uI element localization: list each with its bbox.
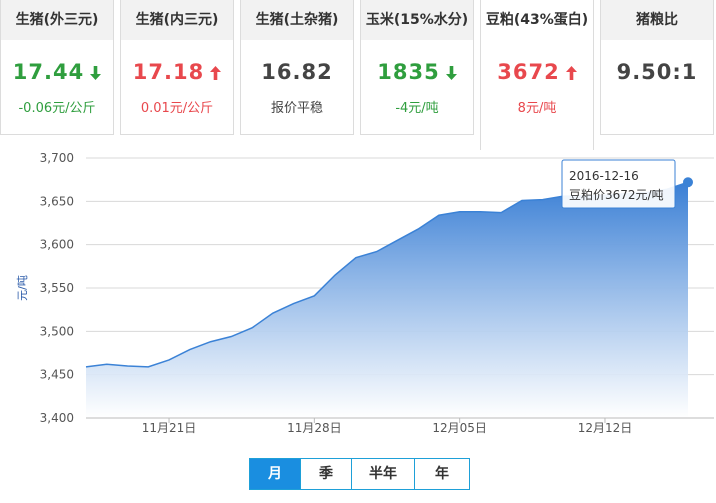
data-point bbox=[271, 311, 275, 315]
card-change: 0.01元/公斤 bbox=[140, 101, 214, 116]
card-title: 生猪(外三元) bbox=[1, 0, 113, 40]
card-title: 生猪(土杂猪) bbox=[241, 0, 353, 40]
card-value: 3672 bbox=[481, 60, 593, 84]
price-card[interactable]: 生猪(内三元) 17.18 0.01元/公斤 bbox=[120, 0, 234, 135]
tooltip-date: 2016-12-16 bbox=[569, 169, 639, 183]
y-axis-label: 元/吨 bbox=[16, 275, 29, 301]
card-value: 9.50:1 bbox=[601, 60, 713, 84]
data-point bbox=[395, 238, 399, 242]
price-card[interactable]: 豆粕(43%蛋白) 3672 8元/吨 bbox=[480, 0, 594, 150]
x-tick-label: 11月28日 bbox=[287, 421, 342, 435]
arrow-up-icon bbox=[565, 66, 577, 80]
card-value-text: 1835 bbox=[377, 60, 440, 84]
data-point bbox=[126, 364, 130, 368]
x-tick-label: 11月21日 bbox=[142, 421, 197, 435]
card-title: 猪粮比 bbox=[601, 0, 713, 40]
data-point bbox=[683, 177, 693, 188]
y-tick-label: 3,700 bbox=[40, 151, 74, 165]
data-point bbox=[146, 365, 150, 369]
y-tick-label: 3,450 bbox=[40, 368, 74, 382]
card-title: 豆粕(43%蛋白) bbox=[481, 0, 593, 40]
card-title: 生猪(内三元) bbox=[121, 0, 233, 40]
card-change: -4元/吨 bbox=[395, 101, 439, 116]
card-change: 8元/吨 bbox=[517, 101, 557, 116]
arrow-down-icon bbox=[90, 66, 102, 80]
data-point bbox=[105, 362, 109, 366]
card-change: 报价平稳 bbox=[270, 101, 323, 116]
x-tick-label: 12月12日 bbox=[578, 421, 633, 435]
card-value-text: 16.82 bbox=[261, 60, 333, 84]
card-value-text: 17.18 bbox=[132, 60, 205, 84]
card-value-text: 3672 bbox=[497, 60, 560, 84]
price-chart: 3,400 3,450 3,500 3,550 3,600 3,650 3,700 元/吨 11… bbox=[0, 148, 716, 448]
data-point bbox=[292, 302, 296, 306]
data-point bbox=[354, 256, 358, 260]
card-change: -0.06元/公斤 bbox=[18, 101, 96, 116]
range-button[interactable]: 月 bbox=[250, 459, 300, 489]
data-point bbox=[312, 294, 316, 298]
card-value: 17.44 bbox=[1, 60, 113, 84]
arrow-down-icon bbox=[445, 66, 457, 80]
card-value-text: 17.44 bbox=[12, 60, 85, 84]
range-button[interactable]: 年 bbox=[414, 459, 469, 489]
data-point bbox=[520, 198, 524, 202]
range-button[interactable]: 季 bbox=[300, 459, 351, 489]
data-point bbox=[416, 227, 420, 231]
card-title: 玉米(15%水分) bbox=[361, 0, 473, 40]
price-card[interactable]: 生猪(外三元) 17.44 -0.06元/公斤 bbox=[0, 0, 114, 135]
data-point bbox=[499, 211, 503, 215]
data-point bbox=[333, 273, 337, 277]
y-tick-label: 3,550 bbox=[40, 281, 74, 295]
card-value: 1835 bbox=[361, 60, 473, 84]
data-point bbox=[375, 250, 379, 254]
tooltip: 2016-12-16 豆粕价3672元/吨 bbox=[561, 159, 676, 209]
card-value: 17.18 bbox=[121, 60, 233, 84]
price-card[interactable]: 生猪(土杂猪) 16.82 报价平稳 bbox=[240, 0, 354, 135]
y-tick-label: 3,650 bbox=[40, 194, 74, 208]
x-tick-label: 12月05日 bbox=[432, 421, 487, 435]
price-cards: 生猪(外三元) 17.44 -0.06元/公斤 生猪(内三元) 17.18 0.01元/公… bbox=[0, 0, 716, 150]
data-point bbox=[541, 198, 545, 202]
arrow-up-icon bbox=[210, 66, 222, 80]
card-value-text: 9.50:1 bbox=[616, 60, 698, 84]
data-point bbox=[209, 340, 213, 344]
card-value: 16.82 bbox=[241, 60, 353, 84]
range-selector: 月季半年年 bbox=[249, 458, 470, 490]
tooltip-value: 豆粕价3672元/吨 bbox=[569, 187, 664, 202]
data-point bbox=[188, 348, 192, 352]
range-button[interactable]: 半年 bbox=[351, 459, 414, 489]
data-point bbox=[229, 335, 233, 339]
data-point bbox=[167, 358, 171, 362]
y-tick-label: 3,600 bbox=[40, 238, 74, 252]
data-point bbox=[478, 210, 482, 214]
area-chart-svg: 3,400 3,450 3,500 3,550 3,600 3,650 3,700 元/吨 11… bbox=[16, 151, 714, 435]
y-tick-label: 3,400 bbox=[40, 411, 74, 425]
price-card[interactable]: 玉米(15%水分) 1835 -4元/吨 bbox=[360, 0, 474, 135]
data-point bbox=[250, 326, 254, 330]
data-point bbox=[458, 210, 462, 214]
price-card[interactable]: 猪粮比 9.50:1 bbox=[600, 0, 714, 135]
data-point bbox=[84, 365, 88, 369]
data-point bbox=[437, 213, 441, 217]
y-tick-label: 3,500 bbox=[40, 324, 74, 338]
area-fill bbox=[86, 182, 688, 418]
